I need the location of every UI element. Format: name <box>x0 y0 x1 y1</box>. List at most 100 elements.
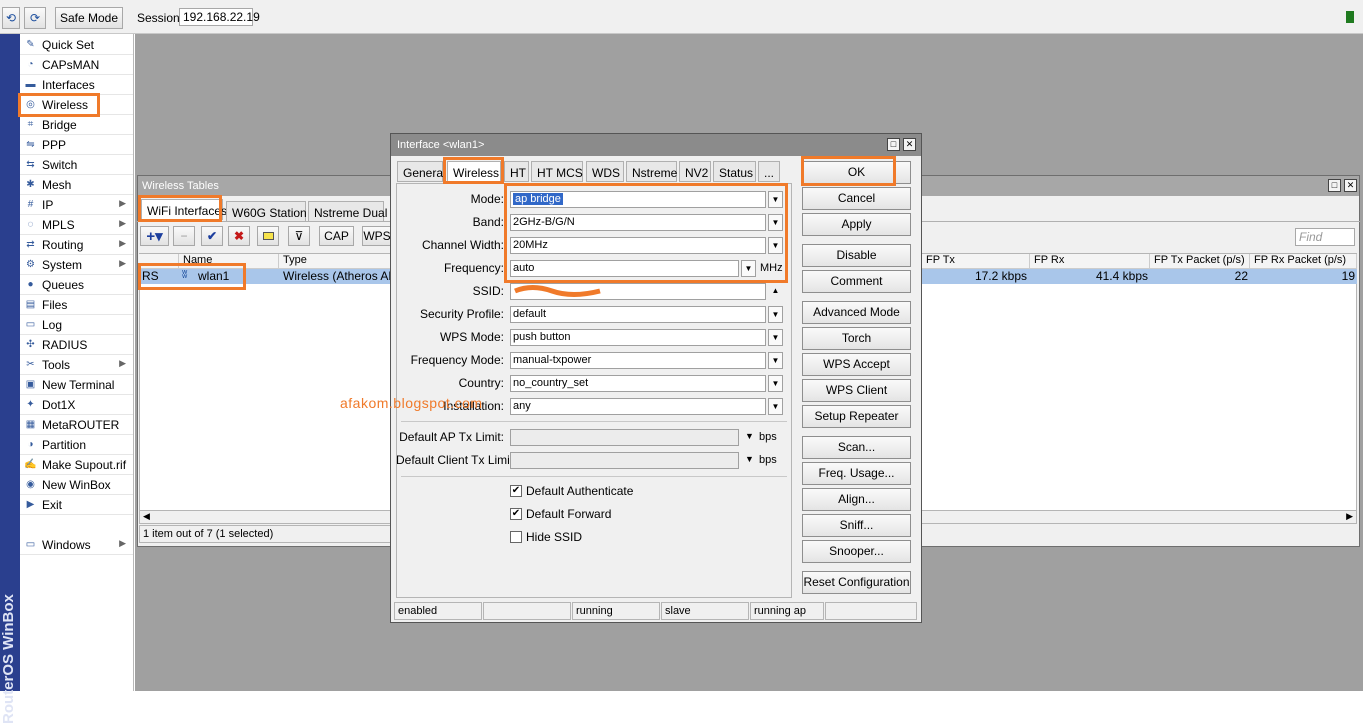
table-row-right[interactable]: 17.2 kbps 41.4 kbps 22 19 <box>922 269 1357 284</box>
sidebar-item-tools[interactable]: ✂ Tools ▶ <box>20 355 133 375</box>
comment-button[interactable] <box>257 226 279 246</box>
disable-button[interactable]: Disable <box>802 244 911 267</box>
column-header-fp-tx[interactable]: FP Tx <box>922 254 1030 269</box>
chevron-down-icon[interactable]: ▼ <box>768 352 783 369</box>
freq-usage-button[interactable]: Freq. Usage... <box>802 462 911 485</box>
filter-button[interactable]: ⊽ <box>288 226 310 246</box>
sidebar-item-exit[interactable]: ▶ Exit <box>20 495 133 515</box>
advanced-mode-button[interactable]: Advanced Mode <box>802 301 911 324</box>
sidebar-item-ppp[interactable]: ⇋ PPP <box>20 135 133 155</box>
chevron-down-icon[interactable]: ▼ <box>741 260 756 277</box>
tab-ht[interactable]: HT <box>504 161 529 182</box>
sidebar-item-metarouter[interactable]: ▦ MetaROUTER <box>20 415 133 435</box>
maximize-icon[interactable]: □ <box>1328 179 1341 192</box>
sniff-button[interactable]: Sniff... <box>802 514 911 537</box>
chevron-down-icon[interactable]: ▼ <box>768 375 783 392</box>
find-input[interactable]: Find <box>1295 228 1355 246</box>
chevron-down-icon[interactable]: ▼ <box>768 306 783 323</box>
reset-configuration-button[interactable]: Reset Configuration <box>802 571 911 594</box>
sidebar-item-make-supout-rif[interactable]: ✍ Make Supout.rif <box>20 455 133 475</box>
tab-nstreme[interactable]: Nstreme <box>626 161 677 182</box>
installation-select[interactable]: any <box>510 398 766 415</box>
sidebar-item-ip[interactable]: # IP ▶ <box>20 195 133 215</box>
sidebar-item-partition[interactable]: ◑ Partition <box>20 435 133 455</box>
mode-select[interactable]: ap bridge <box>510 191 766 208</box>
wps-client-button[interactable]: WPS Client <box>802 379 911 402</box>
tab-wifi-interfaces[interactable]: WiFi Interfaces <box>141 199 227 220</box>
sidebar-item-files[interactable]: ▤ Files <box>20 295 133 315</box>
country-select[interactable]: no_country_set <box>510 375 766 392</box>
tab-general[interactable]: General <box>397 161 446 182</box>
chevron-up-icon[interactable]: ▲ <box>768 283 783 300</box>
sidebar-item-capsman[interactable]: ◔ CAPsMAN <box>20 55 133 75</box>
sidebar-item-radius[interactable]: ✣ RADIUS <box>20 335 133 355</box>
channel-width-select[interactable]: 20MHz <box>510 237 766 254</box>
sidebar-item-queues[interactable]: ● Queues <box>20 275 133 295</box>
column-header-fp-tx-packet[interactable]: FP Tx Packet (p/s) <box>1150 254 1250 269</box>
maximize-icon[interactable]: □ <box>887 138 900 151</box>
close-icon[interactable]: ✕ <box>1344 179 1357 192</box>
default-client-tx-limit-input[interactable] <box>510 452 739 469</box>
band-select[interactable]: 2GHz-B/G/N <box>510 214 766 231</box>
scroll-left-icon[interactable]: ◀ <box>143 511 150 522</box>
scroll-right-icon[interactable]: ▶ <box>1346 511 1353 522</box>
chevron-down-icon[interactable]: ▼ <box>745 454 754 464</box>
close-icon[interactable]: ✕ <box>903 138 916 151</box>
sidebar-item-mpls[interactable]: ◌ MPLS ▶ <box>20 215 133 235</box>
chevron-down-icon[interactable]: ▼ <box>745 431 754 441</box>
safe-mode-button[interactable]: Safe Mode <box>55 7 123 29</box>
comment-button[interactable]: Comment <box>802 270 911 293</box>
sidebar-item-dot1x[interactable]: ✦ Dot1X <box>20 395 133 415</box>
chevron-down-icon[interactable]: ▼ <box>768 329 783 346</box>
security-profile-select[interactable]: default <box>510 306 766 323</box>
snooper-button[interactable]: Snooper... <box>802 540 911 563</box>
sidebar-item-new-terminal[interactable]: ▣ New Terminal <box>20 375 133 395</box>
tab-status[interactable]: Status <box>713 161 756 182</box>
column-header-flags[interactable] <box>139 254 179 269</box>
setup-repeater-button[interactable]: Setup Repeater <box>802 405 911 428</box>
sidebar-item-windows[interactable]: ▭ Windows ▶ <box>20 535 133 555</box>
cap-button[interactable]: CAP <box>319 226 354 246</box>
sidebar-item-new-winbox[interactable]: ◉ New WinBox <box>20 475 133 495</box>
default-forward-checkbox[interactable]: ✔ <box>510 508 522 520</box>
redo-button[interactable]: ⟳ <box>24 7 46 29</box>
tab-more[interactable]: ... <box>758 161 780 182</box>
column-header-fp-rx-packet[interactable]: FP Rx Packet (p/s) <box>1250 254 1357 269</box>
sidebar-item-bridge[interactable]: ⌗ Bridge <box>20 115 133 135</box>
default-authenticate-checkbox[interactable]: ✔ <box>510 485 522 497</box>
hide-ssid-checkbox[interactable] <box>510 531 522 543</box>
sidebar-item-switch[interactable]: ⇆ Switch <box>20 155 133 175</box>
tab-nv2[interactable]: NV2 <box>679 161 711 182</box>
wps-mode-select[interactable]: push button <box>510 329 766 346</box>
sidebar-item-log[interactable]: ▭ Log <box>20 315 133 335</box>
sidebar-item-interfaces[interactable]: ▬ Interfaces <box>20 75 133 95</box>
table-row[interactable]: RS ʬ wlan1 Wireless (Atheros AR9 <box>139 269 392 284</box>
add-button[interactable]: +▾ <box>140 226 169 246</box>
ok-button[interactable]: OK <box>802 161 911 184</box>
undo-button[interactable]: ⟲ <box>2 7 20 29</box>
sidebar-item-routing[interactable]: ⇄ Routing ▶ <box>20 235 133 255</box>
cancel-button[interactable]: Cancel <box>802 187 911 210</box>
enable-button[interactable]: ✔ <box>201 226 223 246</box>
sidebar-item-mesh[interactable]: ✱ Mesh <box>20 175 133 195</box>
sidebar-item-wireless[interactable]: ◎ Wireless <box>20 95 133 115</box>
chevron-down-icon[interactable]: ▼ <box>768 398 783 415</box>
tab-ht-mcs[interactable]: HT MCS <box>531 161 583 182</box>
remove-button[interactable]: − <box>173 226 195 246</box>
frequency-select[interactable]: auto <box>510 260 739 277</box>
column-header-type[interactable]: Type <box>279 254 391 269</box>
tab-nstreme-dual[interactable]: Nstreme Dual <box>308 201 387 222</box>
tab-w60g-station[interactable]: W60G Station <box>226 201 307 222</box>
scan-button[interactable]: Scan... <box>802 436 911 459</box>
frequency-mode-select[interactable]: manual-txpower <box>510 352 766 369</box>
chevron-down-icon[interactable]: ▼ <box>768 237 783 254</box>
disable-button[interactable]: ✖ <box>228 226 250 246</box>
column-header-name[interactable]: Name <box>179 254 279 269</box>
chevron-down-icon[interactable]: ▼ <box>768 191 783 208</box>
sidebar-item-quick-set[interactable]: ✎ Quick Set <box>20 35 133 55</box>
tab-wireless[interactable]: Wireless <box>447 161 501 182</box>
tab-wds[interactable]: WDS <box>586 161 624 182</box>
wps-accept-button[interactable]: WPS Accept <box>802 353 911 376</box>
sidebar-item-system[interactable]: ⚙ System ▶ <box>20 255 133 275</box>
default-ap-tx-limit-input[interactable] <box>510 429 739 446</box>
